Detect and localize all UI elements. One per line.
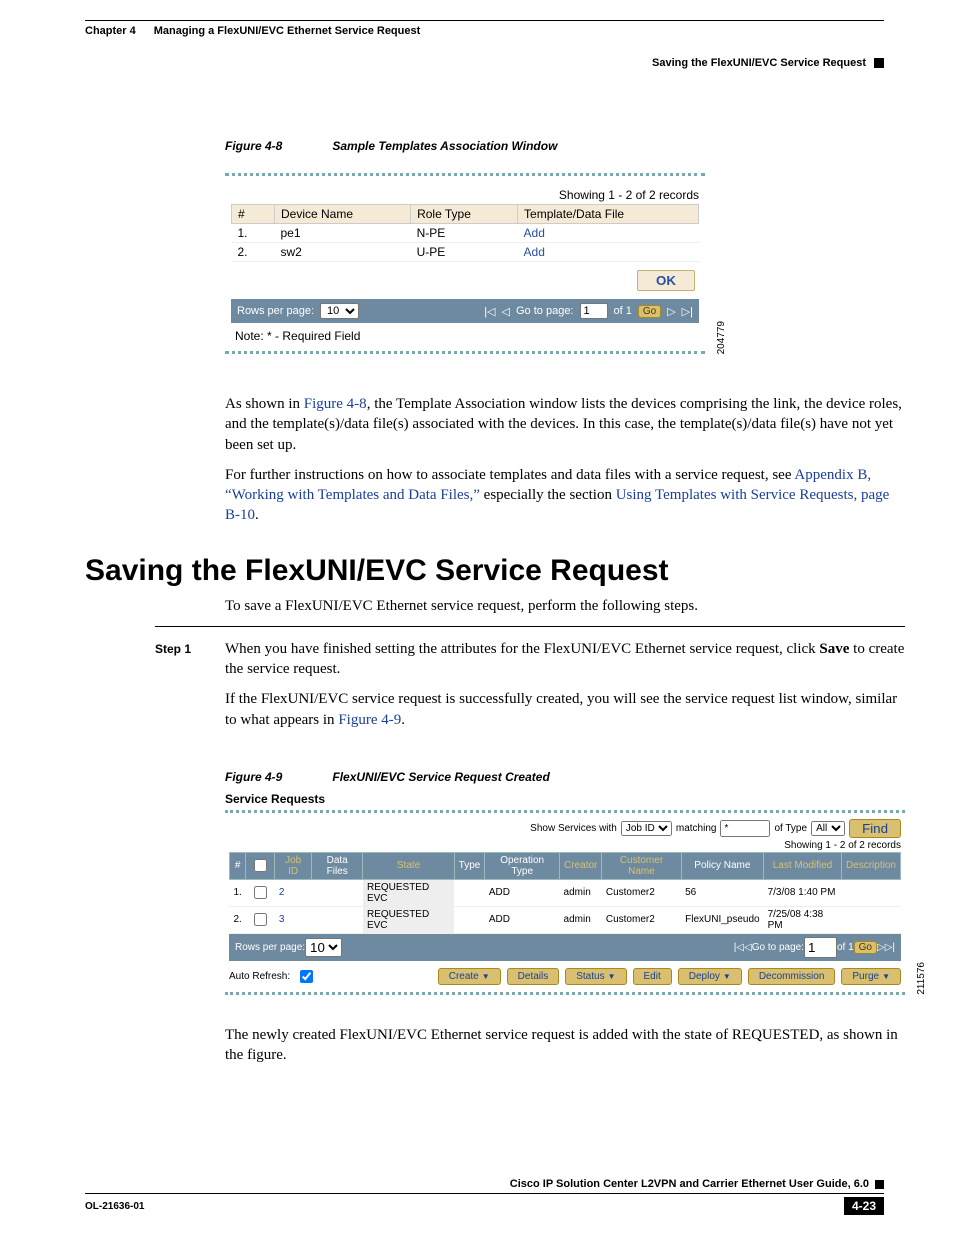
figure9: Service Requests Show Services with Job … (225, 792, 905, 995)
page-footer: Cisco IP Solution Center L2VPN and Carri… (85, 1178, 884, 1215)
section-header-right: Saving the FlexUNI/EVC Service Request (85, 57, 884, 69)
chevron-down-icon: ▼ (723, 972, 731, 981)
next-page-icon[interactable]: ▷ (667, 305, 675, 318)
prev-page-icon[interactable]: ◁ (502, 305, 510, 318)
edit-button[interactable]: Edit (633, 968, 672, 985)
last-page-icon[interactable]: ▷| (885, 942, 895, 953)
records-label: Showing 1 - 2 of 2 records (231, 188, 699, 202)
sr-table: # Job ID Data Files State Type Operation… (229, 852, 901, 934)
rows-per-page-select[interactable]: 10 (305, 938, 342, 957)
doc-id: OL-21636-01 (85, 1201, 144, 1212)
chevron-down-icon: ▼ (608, 972, 616, 981)
table-row: 1. pe1 N-PE Add (232, 224, 699, 243)
marker-square (875, 1180, 884, 1189)
first-page-icon[interactable]: |◁ (484, 305, 495, 318)
required-note: Note: * - Required Field (235, 329, 699, 343)
pager: Rows per page: 10 |◁ ◁ Go to page: of 1 … (231, 299, 699, 323)
body-text: As shown in Figure 4-8, the Template Ass… (225, 394, 905, 526)
show-services-select[interactable]: Job ID (621, 821, 672, 836)
auto-refresh-checkbox[interactable] (300, 970, 313, 983)
col-creator[interactable]: Creator (560, 852, 602, 879)
table-row: 2. 3 REQUESTED EVC ADD admin Customer2 F… (230, 906, 901, 933)
action-row: Auto Refresh: Create▼ Details Status▼ Ed… (229, 967, 901, 986)
fig9-xref[interactable]: Figure 4-9 (338, 712, 401, 728)
table-row: 2. sw2 U-PE Add (232, 243, 699, 262)
figure-id: 211576 (916, 962, 927, 995)
matching-input[interactable] (720, 820, 770, 837)
rows-per-page-select[interactable]: 10 (320, 303, 359, 319)
sr-heading: Service Requests (225, 792, 905, 806)
goto-page-input[interactable] (804, 937, 837, 958)
find-button[interactable]: Find (849, 819, 901, 838)
select-all-checkbox[interactable] (254, 859, 267, 872)
figure8-caption: Figure 4-8 Sample Templates Association … (225, 139, 884, 153)
goto-page-input[interactable] (580, 303, 608, 319)
chapter-num: Chapter 4 (85, 25, 136, 37)
go-button[interactable]: Go (638, 305, 661, 318)
chapter-header: Chapter 4 Managing a FlexUNI/EVC Etherne… (85, 25, 884, 37)
chevron-down-icon: ▼ (882, 972, 890, 981)
figure-id: 204779 (716, 321, 727, 354)
add-link[interactable]: Add (524, 245, 545, 259)
purge-button[interactable]: Purge▼ (841, 968, 901, 985)
prev-page-icon[interactable]: ◁ (744, 942, 752, 953)
go-button[interactable]: Go (854, 941, 877, 954)
deploy-button[interactable]: Deploy▼ (678, 968, 742, 985)
col-job[interactable]: Job ID (275, 852, 312, 879)
status-button[interactable]: Status▼ (565, 968, 626, 985)
chapter-title: Managing a FlexUNI/EVC Ethernet Service … (154, 25, 421, 37)
col-customer[interactable]: Customer Name (602, 852, 681, 879)
table-row: 1. 2 REQUESTED EVC ADD admin Customer2 5… (230, 879, 901, 906)
next-page-icon[interactable]: ▷ (877, 942, 885, 953)
col-desc[interactable]: Description (841, 852, 900, 879)
col-state[interactable]: State (363, 852, 454, 879)
last-page-icon[interactable]: ▷| (682, 305, 693, 318)
col-modified[interactable]: Last Modified (764, 852, 842, 879)
pager2: Rows per page: 10 |◁ ◁ Go to page: of 1 … (229, 934, 901, 961)
create-button[interactable]: Create▼ (438, 968, 501, 985)
row-checkbox[interactable] (254, 913, 267, 926)
page-number: 4-23 (844, 1197, 884, 1215)
details-button[interactable]: Details (507, 968, 560, 985)
marker-square (874, 58, 884, 68)
row-checkbox[interactable] (254, 886, 267, 899)
first-page-icon[interactable]: |◁ (734, 942, 744, 953)
step-1: Step 1 When you have finished setting th… (155, 639, 905, 740)
ok-button[interactable]: OK (637, 270, 695, 291)
figure9-caption: Figure 4-9 FlexUNI/EVC Service Request C… (225, 770, 884, 784)
section-heading: Saving the FlexUNI/EVC Service Request (85, 554, 884, 588)
figure8: Showing 1 - 2 of 2 records # Device Name… (225, 173, 705, 354)
decommission-button[interactable]: Decommission (748, 968, 836, 985)
type-select[interactable]: All (811, 821, 845, 836)
filter-row: Show Services with Job ID matching of Ty… (229, 819, 901, 838)
template-table: # Device Name Role Type Template/Data Fi… (231, 204, 699, 262)
fig8-xref[interactable]: Figure 4-8 (304, 396, 367, 412)
add-link[interactable]: Add (524, 226, 545, 240)
chevron-down-icon: ▼ (482, 972, 490, 981)
